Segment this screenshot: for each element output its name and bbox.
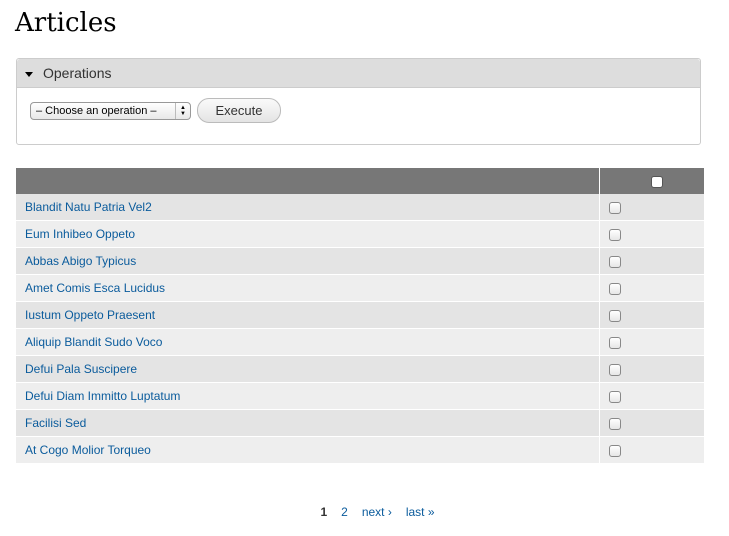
operations-controls: – Choose an operation – ▲ ▼ Execute [30, 98, 281, 123]
select-all-checkbox[interactable] [650, 176, 663, 189]
article-link[interactable]: Facilisi Sed [25, 416, 86, 430]
operation-select[interactable]: – Choose an operation – ▲ ▼ [30, 101, 191, 120]
article-link[interactable]: Aliquip Blandit Sudo Voco [25, 335, 162, 349]
row-checkbox[interactable] [609, 310, 621, 323]
pager-current-page: 1 [320, 505, 328, 519]
row-checkbox[interactable] [609, 418, 621, 431]
table-row: Defui Pala Suscipere [16, 355, 704, 383]
operations-fieldset: Operations – Choose an operation – ▲ ▼ Ex… [16, 58, 701, 145]
table-row: Defui Diam Immitto Luptatum [16, 382, 704, 410]
table-header-row [16, 168, 704, 194]
table-row: Facilisi Sed [16, 409, 704, 437]
row-checkbox[interactable] [609, 229, 621, 242]
operation-select-value: – Choose an operation – [36, 104, 157, 117]
table-row: At Cogo Molior Torqueo [16, 436, 704, 464]
pager-page-2[interactable]: 2 [341, 505, 348, 519]
row-checkbox[interactable] [609, 283, 621, 296]
table-row: Abbas Abigo Typicus [16, 247, 704, 275]
operations-toggle[interactable]: Operations [17, 59, 700, 88]
table-row: Amet Comis Esca Lucidus [16, 274, 704, 302]
article-link[interactable]: At Cogo Molior Torqueo [25, 443, 151, 457]
table-row: Iustum Oppeto Praesent [16, 301, 704, 329]
row-checkbox[interactable] [609, 445, 621, 458]
table-row: Aliquip Blandit Sudo Voco [16, 328, 704, 356]
table-row: Eum Inhibeo Oppeto [16, 220, 704, 248]
select-arrows-icon: ▲ ▼ [175, 102, 190, 119]
collapse-triangle-icon [25, 71, 33, 77]
articles-table: Blandit Natu Patria Vel2 Eum Inhibeo Opp… [16, 168, 704, 464]
page-title: Articles [15, 8, 117, 38]
row-checkbox[interactable] [609, 256, 621, 269]
article-link[interactable]: Blandit Natu Patria Vel2 [25, 200, 152, 214]
row-checkbox[interactable] [609, 202, 621, 215]
operations-legend: Operations [43, 65, 112, 81]
article-link[interactable]: Defui Pala Suscipere [25, 362, 137, 376]
title-column-header [16, 168, 600, 194]
article-link[interactable]: Amet Comis Esca Lucidus [25, 281, 165, 295]
table-row: Blandit Natu Patria Vel2 [16, 194, 704, 221]
article-link[interactable]: Iustum Oppeto Praesent [25, 308, 155, 322]
article-link[interactable]: Eum Inhibeo Oppeto [25, 227, 135, 241]
row-checkbox[interactable] [609, 391, 621, 404]
pager-next[interactable]: next › [362, 505, 392, 519]
article-link[interactable]: Abbas Abigo Typicus [25, 254, 136, 268]
article-link[interactable]: Defui Diam Immitto Luptatum [25, 389, 180, 403]
execute-button[interactable]: Execute [197, 98, 281, 123]
select-column-header [599, 168, 704, 194]
pager-last[interactable]: last » [406, 505, 435, 519]
row-checkbox[interactable] [609, 337, 621, 350]
pager: 1 2 next › last » [0, 505, 729, 519]
row-checkbox[interactable] [609, 364, 621, 377]
